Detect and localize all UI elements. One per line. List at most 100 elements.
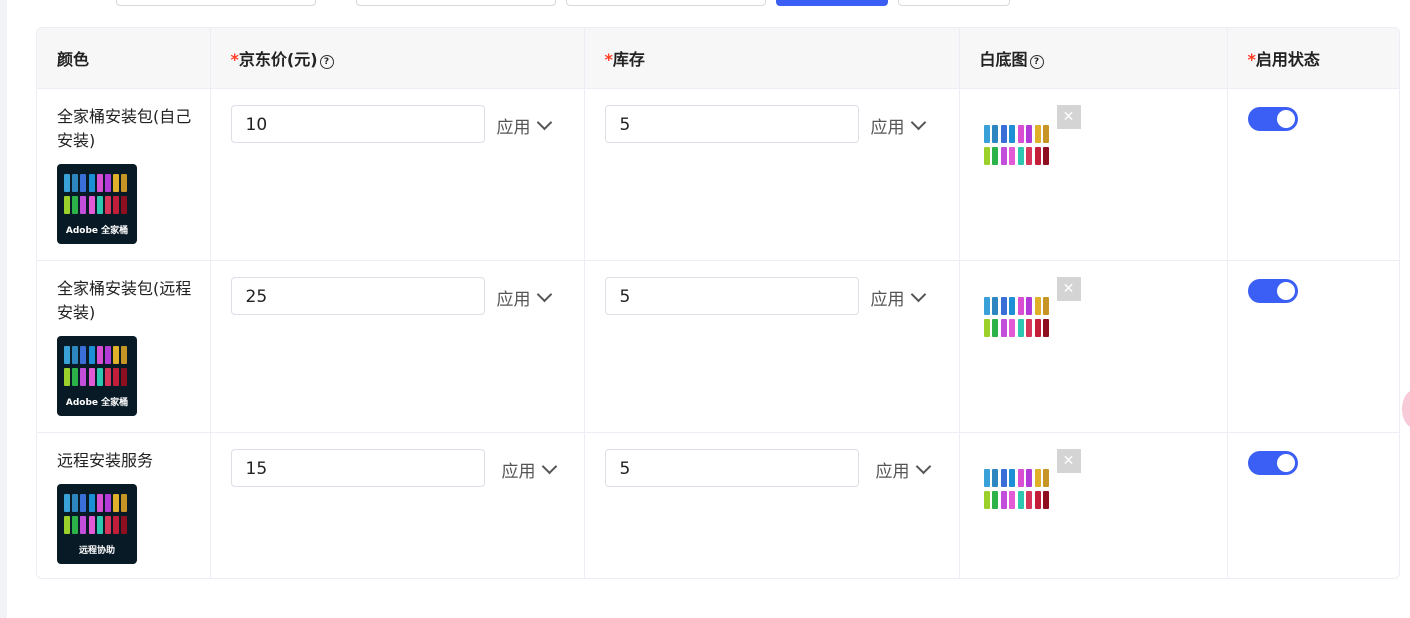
tube-shape [1009,125,1015,143]
sku-thumbnail[interactable]: Adobe 全家桶 [57,336,137,416]
status-toggle[interactable] [1247,279,1298,303]
tube-shape [105,516,111,534]
tube-shape [1009,469,1015,487]
tube-shape [1017,147,1024,165]
tube-shape [113,516,120,534]
color-name: 远程安装服务 [57,451,154,470]
tube-shape [96,196,103,214]
tube-shape [64,196,70,214]
tube-shape [992,297,998,315]
question-circle-icon[interactable]: ? [1029,55,1044,69]
tube-shape [113,196,120,214]
tube-shape [96,494,103,512]
tube-shape [983,125,990,143]
tube-shape [96,346,103,364]
thumbnail-caption: Adobe 全家桶 [65,226,129,236]
tube-shape [64,516,70,534]
chevron-down-icon [536,286,552,303]
white-background-image[interactable]: ✕ [982,449,1081,509]
tube-shape [88,516,95,534]
tube-shape [1000,297,1007,315]
tube-shape [72,494,79,512]
tube-shape [121,346,128,364]
sku-thumbnail[interactable]: 远程协助 [57,484,137,564]
tube-shape [992,147,998,165]
tube-shape [88,346,95,364]
tube-shape [1034,297,1041,315]
table-row: 全家桶安装包(远程安装) Adobe 全家桶 25 应用 5 应用 ✕ [37,260,1399,433]
tube-shape [105,494,111,512]
tube-shape [992,319,998,337]
price-input[interactable]: 15 [230,449,485,487]
tube-shape [96,174,103,192]
tube-shape [1026,297,1032,315]
tube-shape [105,346,111,364]
tube-shape [121,516,128,534]
price-input[interactable]: 10 [230,105,485,143]
status-toggle[interactable] [1247,107,1298,131]
tube-shape [1043,491,1049,509]
top-input-1[interactable] [116,0,316,6]
white-background-image[interactable]: ✕ [982,277,1081,337]
tube-shape [1043,297,1049,315]
tube-shape [1043,469,1049,487]
apply-dropdown[interactable]: 应用 [502,457,557,482]
thumbnail-caption: 远程协助 [78,546,115,556]
apply-dropdown[interactable]: 应用 [497,113,552,138]
chevron-down-icon [541,458,557,475]
tube-shape [1017,297,1024,315]
close-icon[interactable]: ✕ [1056,277,1081,301]
tube-shape [1026,319,1032,337]
toggle-knob [1276,282,1295,300]
header-stock: *库存 [584,28,960,89]
tube-shape [96,368,103,386]
tube-shape [64,174,70,192]
tube-shape [72,174,79,192]
tube-shape [88,174,95,192]
apply-dropdown[interactable]: 应用 [871,285,926,310]
required-mark: * [604,50,613,69]
product-tubes-graphic [982,469,1062,514]
apply-dropdown[interactable]: 应用 [871,113,926,138]
tube-shape [1017,125,1024,143]
close-icon[interactable]: ✕ [1056,105,1081,129]
top-primary-button[interactable] [776,0,888,6]
sku-thumbnail[interactable]: Adobe 全家桶 [57,164,137,244]
close-icon[interactable]: ✕ [1056,449,1081,473]
tube-shape [113,346,120,364]
white-background-image[interactable]: ✕ [982,105,1081,165]
apply-dropdown[interactable]: 应用 [497,285,552,310]
tube-shape [121,494,128,512]
stock-input[interactable]: 5 [604,105,859,143]
tube-shape [1000,319,1007,337]
tube-shape [1026,147,1032,165]
top-input-2[interactable] [356,0,556,6]
tube-shape [983,297,990,315]
product-tubes-graphic [982,125,1062,170]
color-name: 全家桶安装包(远程安装) [57,279,192,322]
tube-shape [80,196,87,214]
tube-shape [1026,491,1032,509]
price-input[interactable]: 25 [230,277,485,315]
tube-shape [121,368,128,386]
question-circle-icon[interactable]: ? [319,55,334,69]
tube-shape [96,516,103,534]
tube-shape [113,494,120,512]
stock-input[interactable]: 5 [604,449,859,487]
status-toggle[interactable] [1247,451,1298,475]
top-secondary-button[interactable] [898,0,1010,6]
tube-shape [105,368,111,386]
table-row: 远程安装服务 远程协助 15 应用 5 应用 ✕ [37,432,1399,578]
tube-shape [983,469,990,487]
stock-input[interactable]: 5 [604,277,859,315]
tube-shape [983,147,990,165]
tube-shape [1000,125,1007,143]
tube-shape [983,491,990,509]
top-input-3[interactable] [566,0,766,6]
tube-shape [72,516,79,534]
chevron-down-icon [536,114,552,131]
tube-shape [1009,491,1015,509]
apply-dropdown[interactable]: 应用 [876,457,931,482]
floating-helper-button[interactable] [1402,390,1410,428]
header-color: 颜色 [37,28,211,89]
